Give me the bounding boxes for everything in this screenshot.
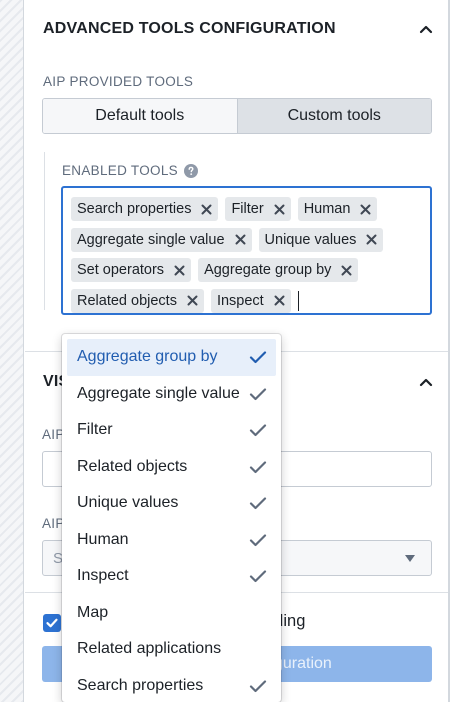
menu-item-label: Map: [77, 603, 109, 621]
remove-tag-icon[interactable]: [174, 265, 185, 276]
enabled-tools-label-row: ENABLED TOOLS: [62, 163, 198, 178]
text-cursor: [297, 290, 300, 311]
menu-item-label: Related applications: [77, 640, 222, 658]
aip-tools-segmented-control: Default tools Custom tools: [42, 98, 432, 134]
menu-item-label: Aggregate group by: [77, 348, 218, 366]
menu-item-aggregate-group-by[interactable]: Aggregate group by: [67, 339, 276, 376]
menu-item-aggregate-single-value[interactable]: Aggregate single value: [67, 376, 276, 413]
check-icon: [249, 680, 267, 692]
menu-item-search-properties[interactable]: Search properties: [67, 668, 276, 702]
menu-item-unique-values[interactable]: Unique values: [67, 485, 276, 522]
chevron-up-icon[interactable]: [419, 22, 433, 36]
remove-tag-icon[interactable]: [201, 204, 212, 215]
checkbox[interactable]: [43, 614, 61, 632]
remove-tag-icon[interactable]: [274, 295, 285, 306]
left-hatched-gutter: [0, 0, 24, 702]
check-icon: [249, 424, 267, 437]
check-icon: [249, 388, 267, 400]
menu-item-inspect[interactable]: Inspect: [67, 558, 276, 595]
chevron-up-icon[interactable]: [419, 375, 433, 389]
menu-item-label: Related objects: [77, 457, 188, 475]
menu-item-map[interactable]: Map: [67, 595, 276, 632]
caret-down-icon: [405, 555, 415, 562]
tag-search-properties: Search properties: [71, 197, 219, 222]
tag-aggregate-single-value: Aggregate single value: [71, 227, 252, 252]
custom-tools-button[interactable]: Custom tools: [236, 99, 431, 133]
check-icon: [249, 351, 267, 364]
tag-row: Aggregate single value Unique values: [71, 225, 422, 256]
tag-row: Set operators Aggregate group by: [71, 255, 422, 286]
aip-provided-tools-label: AIP PROVIDED TOOLS: [43, 74, 194, 89]
menu-item-filter[interactable]: Filter: [67, 412, 276, 449]
tag-label: Unique values: [264, 231, 357, 248]
tag-unique-values: Unique values: [258, 227, 384, 252]
save-configuration-label: guration: [274, 655, 332, 672]
advanced-tools-title: ADVANCED TOOLS CONFIGURATION: [43, 20, 336, 37]
menu-item-label: Aggregate single value: [77, 384, 240, 402]
tag-filter: Filter: [225, 197, 291, 222]
remove-tag-icon[interactable]: [366, 234, 377, 245]
tag-set-operators: Set operators: [71, 258, 192, 283]
tag-label: Inspect: [216, 292, 264, 309]
tools-dropdown-menu: Aggregate group by Aggregate single valu…: [62, 334, 281, 702]
enabled-tools-label: ENABLED TOOLS: [62, 163, 178, 178]
help-icon[interactable]: [183, 163, 198, 178]
default-tools-button[interactable]: Default tools: [43, 99, 237, 133]
advanced-tools-header[interactable]: ADVANCED TOOLS CONFIGURATION: [43, 17, 433, 41]
tag-label: Filter: [231, 201, 264, 218]
menu-item-label: Unique values: [77, 494, 179, 512]
tag-label: Human: [303, 201, 351, 218]
tag-label: Search properties: [77, 201, 192, 218]
check-icon: [249, 461, 267, 473]
tag-label: Aggregate group by: [204, 262, 332, 279]
remove-tag-icon[interactable]: [274, 204, 285, 215]
remove-tag-icon[interactable]: [360, 204, 371, 215]
tag-related-objects: Related objects: [71, 288, 204, 313]
enabled-tools-tag-input[interactable]: Search properties Filter Human Aggregate…: [61, 186, 432, 315]
tag-label: Set operators: [77, 262, 165, 279]
tag-row: Related objects Inspect: [71, 286, 422, 317]
menu-item-label: Search properties: [77, 676, 204, 694]
remove-tag-icon[interactable]: [187, 295, 198, 306]
tag-human: Human: [297, 197, 378, 222]
menu-item-related-applications[interactable]: Related applications: [67, 631, 276, 668]
check-icon: [249, 534, 267, 546]
remove-tag-icon[interactable]: [235, 234, 246, 245]
menu-item-human[interactable]: Human: [67, 522, 276, 559]
remove-tag-icon[interactable]: [341, 265, 352, 276]
tag-inspect: Inspect: [210, 288, 291, 313]
tag-label: Aggregate single value: [77, 231, 225, 248]
tag-row: Search properties Filter Human: [71, 194, 422, 225]
menu-item-label: Inspect: [77, 567, 129, 585]
menu-item-label: Human: [77, 530, 129, 548]
menu-item-related-objects[interactable]: Related objects: [67, 449, 276, 486]
check-icon: [249, 497, 267, 510]
checkmark-icon: [46, 618, 58, 628]
tag-label: Related objects: [77, 292, 177, 309]
nested-indent-line: [44, 152, 45, 310]
menu-item-label: Filter: [77, 421, 113, 439]
check-icon: [249, 570, 267, 583]
tag-aggregate-group-by: Aggregate group by: [198, 258, 359, 283]
